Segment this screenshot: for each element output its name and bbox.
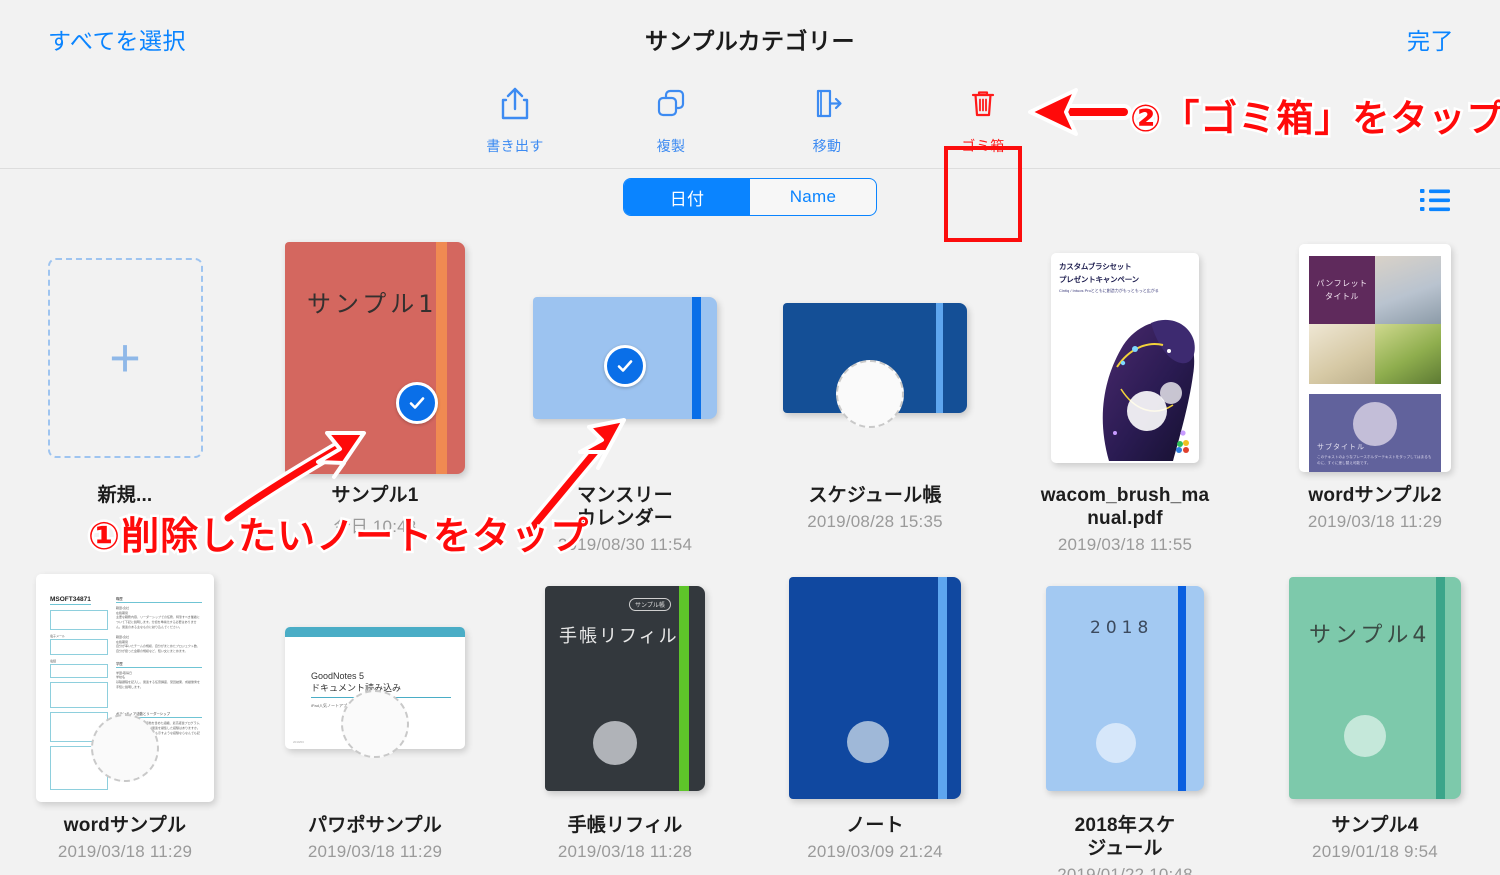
notes-library-screen: すべてを選択 サンプルカテゴリー 完了 書き出す 複製 移動 ゴミ箱 日付 Na… [0,0,1500,875]
annotation-arrow-3 [1028,88,1132,136]
annotation-step1-text: ①削除したいノートをタップ [85,514,590,561]
annotation-step2-text: ②「ゴミ箱」をタップ [1127,96,1500,142]
